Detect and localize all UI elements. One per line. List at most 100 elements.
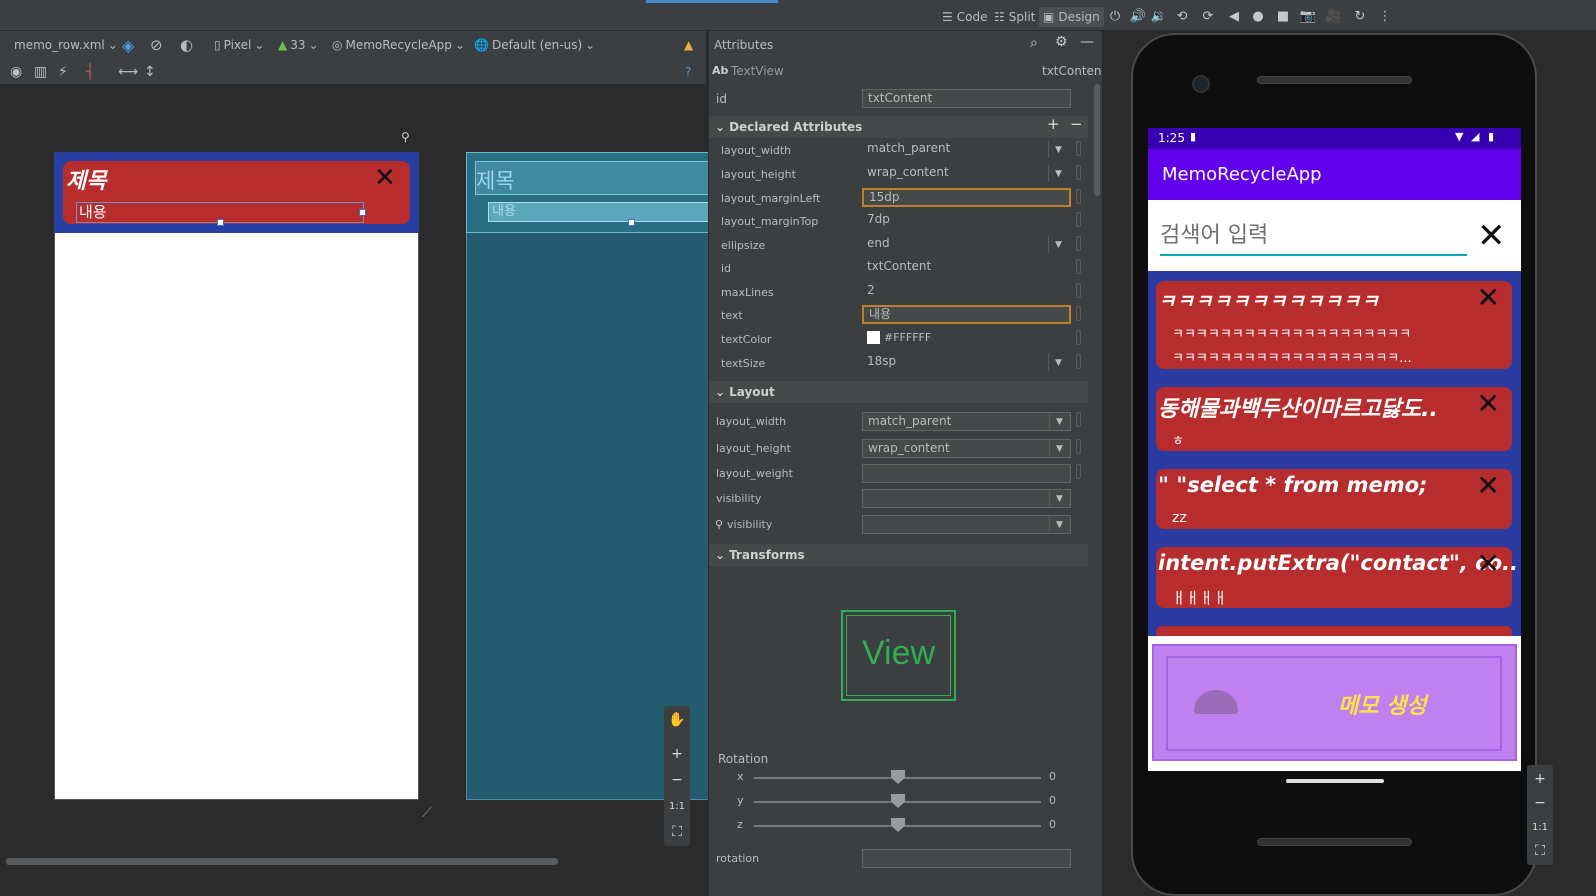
id-field[interactable]: txtContent	[862, 89, 1071, 108]
home-icon[interactable]: ●	[1250, 8, 1266, 24]
pan-hand-icon[interactable]: ✋	[664, 708, 690, 732]
attribute-value-field[interactable]: wrap_content	[862, 164, 1071, 183]
theme-selector[interactable]: ◎ MemoRecycleApp ⌄	[332, 31, 465, 59]
rotation-field[interactable]	[862, 849, 1071, 868]
layout-attribute-field[interactable]	[862, 464, 1071, 483]
dropdown-arrow-icon[interactable]: ▼	[1048, 141, 1068, 158]
layout-attribute-field[interactable]: match_parent	[862, 412, 1071, 431]
attribute-value-field[interactable]: 2	[862, 282, 1071, 301]
design-surface[interactable]	[54, 152, 419, 800]
zoom-fit-icon[interactable]: ⛶	[664, 820, 690, 844]
dropdown-arrow-icon[interactable]: ▼	[1049, 516, 1069, 533]
overview-icon[interactable]: ■	[1275, 8, 1291, 24]
back-icon[interactable]: ◀	[1226, 8, 1242, 24]
close-icon[interactable]: ✕	[374, 163, 396, 193]
warning-icon[interactable]: ▲	[684, 31, 693, 59]
zoom-fit-icon[interactable]: ⛶	[1527, 839, 1553, 863]
remove-attribute-button[interactable]: −	[1070, 115, 1083, 133]
resource-picker-icon[interactable]	[1076, 439, 1081, 454]
resource-picker-icon[interactable]	[1076, 330, 1081, 345]
resource-picker-icon[interactable]	[1076, 464, 1081, 479]
night-mode-icon[interactable]: ◐	[180, 31, 193, 59]
memo-card[interactable]: " "select * from memo; zz ✕	[1156, 469, 1512, 529]
zoom-out-button[interactable]: −	[1527, 791, 1553, 815]
horizontal-scrollbar[interactable]	[6, 858, 558, 865]
memo-card[interactable]: intent.putExtra("contact", co.. ㅐㅐㅐㅐ ✕	[1156, 547, 1518, 608]
orientation-icon[interactable]: ⊘	[150, 31, 163, 59]
api-selector[interactable]: ▲ 33 ⌄	[278, 31, 319, 59]
resource-picker-icon[interactable]	[1076, 283, 1081, 298]
locale-selector[interactable]: 🌐 Default (en-us) ⌄	[474, 31, 595, 59]
zoom-actual-button[interactable]: 1:1	[1527, 815, 1553, 839]
layout-section[interactable]: ⌄ Layout	[709, 381, 1088, 403]
blueprint-title-text[interactable]: 제목	[476, 165, 515, 195]
power-icon[interactable]: ⏻	[1107, 8, 1123, 24]
attribute-value-field[interactable]: #FFFFFF	[862, 329, 1071, 348]
resource-picker-icon[interactable]	[1076, 189, 1081, 204]
resource-picker-icon[interactable]	[1076, 212, 1081, 227]
resource-picker-icon[interactable]	[1076, 259, 1081, 274]
file-selector[interactable]: memo_row.xml ⌄	[14, 31, 118, 59]
declared-attributes-section[interactable]: ⌄ Declared Attributes	[709, 116, 1088, 138]
more-icon[interactable]: ⋮	[1377, 8, 1393, 24]
delete-memo-icon[interactable]: ✕	[1477, 281, 1500, 314]
gesture-nav-bar[interactable]	[1286, 779, 1384, 783]
design-title-text[interactable]: 제목	[66, 163, 106, 195]
camera-icon[interactable]: 📷	[1300, 8, 1316, 24]
attribute-value-field[interactable]: txtContent	[862, 258, 1071, 277]
zoom-out-button[interactable]: −	[664, 768, 690, 792]
resource-picker-icon[interactable]	[1076, 412, 1081, 427]
attribute-value-field[interactable]: 내용	[862, 305, 1071, 324]
volume-up-icon[interactable]: 🔊	[1130, 8, 1146, 24]
pack-horizontal-icon[interactable]: ⟷	[118, 59, 138, 85]
dropdown-arrow-icon[interactable]: ▼	[1048, 165, 1068, 182]
zoom-actual-button[interactable]: 1:1	[664, 794, 690, 818]
attribute-value-field[interactable]: end	[862, 235, 1071, 254]
snapshot-icon[interactable]: ↻	[1352, 8, 1368, 24]
dropdown-arrow-icon[interactable]: ▼	[1048, 236, 1068, 253]
record-icon[interactable]: 🎥	[1326, 8, 1342, 24]
gear-icon[interactable]: ⚙	[1055, 34, 1068, 50]
pack-vertical-icon[interactable]: ↕	[144, 59, 156, 85]
delete-memo-icon[interactable]: ✕	[1477, 469, 1500, 502]
resource-picker-icon[interactable]	[1076, 236, 1081, 251]
dropdown-arrow-icon[interactable]: ▼	[1049, 490, 1069, 507]
resource-picker-icon[interactable]	[1076, 354, 1081, 369]
blueprint-toggle-icon[interactable]: ▥	[34, 59, 47, 85]
volume-down-icon[interactable]: 🔉	[1151, 8, 1167, 24]
dropdown-arrow-icon[interactable]: ▼	[1049, 413, 1069, 430]
layout-attribute-field[interactable]	[862, 489, 1071, 508]
attribute-value-field[interactable]: match_parent	[862, 140, 1071, 159]
color-swatch[interactable]	[867, 331, 880, 344]
zoom-in-button[interactable]: +	[1527, 767, 1553, 791]
resize-handle[interactable]	[628, 219, 635, 226]
resource-picker-icon[interactable]	[1076, 165, 1081, 180]
device-selector[interactable]: ▯ Pixel ⌄	[214, 31, 264, 59]
blueprint-content-text[interactable]: 내용	[488, 202, 710, 222]
resize-handle[interactable]	[217, 219, 224, 226]
memo-card[interactable]: ㅋㅋㅋㅋㅋㅋㅋㅋㅋㅋㅋㅋ ㅋㅋㅋㅋㅋㅋㅋㅋㅋㅋㅋㅋㅋㅋㅋㅋㅋㅋㅋㅋ ㅋㅋㅋㅋㅋㅋ…	[1156, 281, 1512, 369]
autoconnect-icon[interactable]: ⚡	[58, 59, 68, 85]
add-attribute-button[interactable]: +	[1047, 115, 1060, 133]
code-mode-button[interactable]: ☰ Code	[938, 7, 992, 27]
delete-memo-icon[interactable]: ✕	[1477, 547, 1500, 580]
layers-icon[interactable]: ◈	[122, 31, 134, 59]
minimize-icon[interactable]: —	[1080, 34, 1094, 50]
clear-search-icon[interactable]: ✕	[1477, 218, 1506, 254]
resource-picker-icon[interactable]	[1076, 141, 1081, 156]
attribute-value-field[interactable]: 15dp	[862, 188, 1071, 207]
layout-attribute-field[interactable]	[862, 515, 1071, 534]
search-icon[interactable]: ⌕	[1030, 35, 1038, 51]
dropdown-arrow-icon[interactable]: ▼	[1048, 354, 1068, 371]
margin-icon[interactable]: ┤	[86, 59, 94, 85]
help-icon[interactable]: ?	[685, 59, 691, 85]
wrench-icon[interactable]: ⚲	[401, 130, 410, 144]
dropdown-arrow-icon[interactable]: ▼	[1049, 440, 1069, 457]
attributes-scrollbar[interactable]	[1094, 84, 1100, 196]
search-input[interactable]: 검색어 입력	[1160, 220, 1467, 256]
zoom-in-button[interactable]: +	[664, 742, 690, 766]
memo-card[interactable]: 동해물과백두산이마르고닳도.. ㅎ ✕	[1156, 387, 1512, 451]
resize-handle[interactable]	[359, 209, 366, 216]
attribute-value-field[interactable]: 7dp	[862, 211, 1071, 230]
eye-icon[interactable]: ◉	[10, 59, 22, 85]
